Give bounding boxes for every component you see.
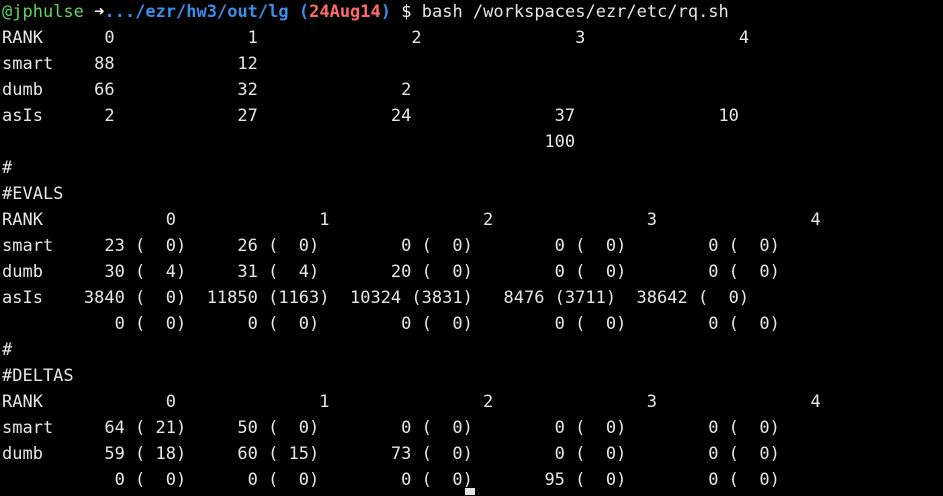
evals-row-dumb: dumb 30 ( 4) 31 ( 4) 20 ( 0) 0 ( 0) 0 ( …: [2, 262, 780, 282]
rank-header: RANK 0 1 2 3 4: [2, 28, 750, 48]
prompt-line: @jphulse ➜.../ezr/hw3/out/lg (24Aug14) $…: [2, 0, 943, 25]
prompt-path: .../ezr/hw3/out/lg: [104, 2, 289, 22]
separator-line: #: [2, 158, 13, 178]
command-text: bash /workspaces/ezr/etc/rq.sh: [421, 2, 729, 22]
deltas-title: #DELTAS: [2, 366, 74, 386]
prompt-symbol: $: [391, 2, 422, 22]
output-row-asis: asIs 2 27 24 37 10: [2, 106, 739, 126]
evals-rank-header: RANK 0 1 2 3 4: [2, 210, 821, 230]
separator-line: #: [2, 340, 13, 360]
evals-row-smart: smart 23 ( 0) 26 ( 0) 0 ( 0) 0 ( 0) 0 ( …: [2, 236, 780, 256]
output-row-smart: smart 88 12: [2, 54, 258, 74]
prompt-git-branch: 24Aug14: [309, 2, 381, 22]
deltas-row-smart: smart 64 ( 21) 50 ( 0) 0 ( 0) 0 ( 0) 0 (…: [2, 418, 780, 438]
terminal-window[interactable]: @jphulse ➜.../ezr/hw3/out/lg (24Aug14) $…: [2, 0, 943, 496]
terminal-cursor: [465, 488, 475, 495]
prompt-arrow-icon: ➜: [94, 2, 105, 22]
prompt-user: @jphulse: [2, 2, 84, 22]
output-row-extra: 100: [2, 132, 576, 152]
deltas-row-dumb: dumb 59 ( 18) 60 ( 15) 73 ( 0) 0 ( 0) 0 …: [2, 444, 780, 464]
evals-row-extra: 0 ( 0) 0 ( 0) 0 ( 0) 0 ( 0) 0 ( 0): [2, 314, 780, 334]
evals-row-asis: asIs 3840 ( 0) 11850 (1163) 10324 (3831)…: [2, 288, 750, 308]
evals-title: #EVALS: [2, 184, 64, 204]
output-row-dumb: dumb 66 32 2: [2, 80, 412, 100]
deltas-rank-header: RANK 0 1 2 3 4: [2, 392, 821, 412]
prompt-paren-open: (: [288, 2, 310, 22]
prompt-paren-close: ): [380, 2, 392, 22]
